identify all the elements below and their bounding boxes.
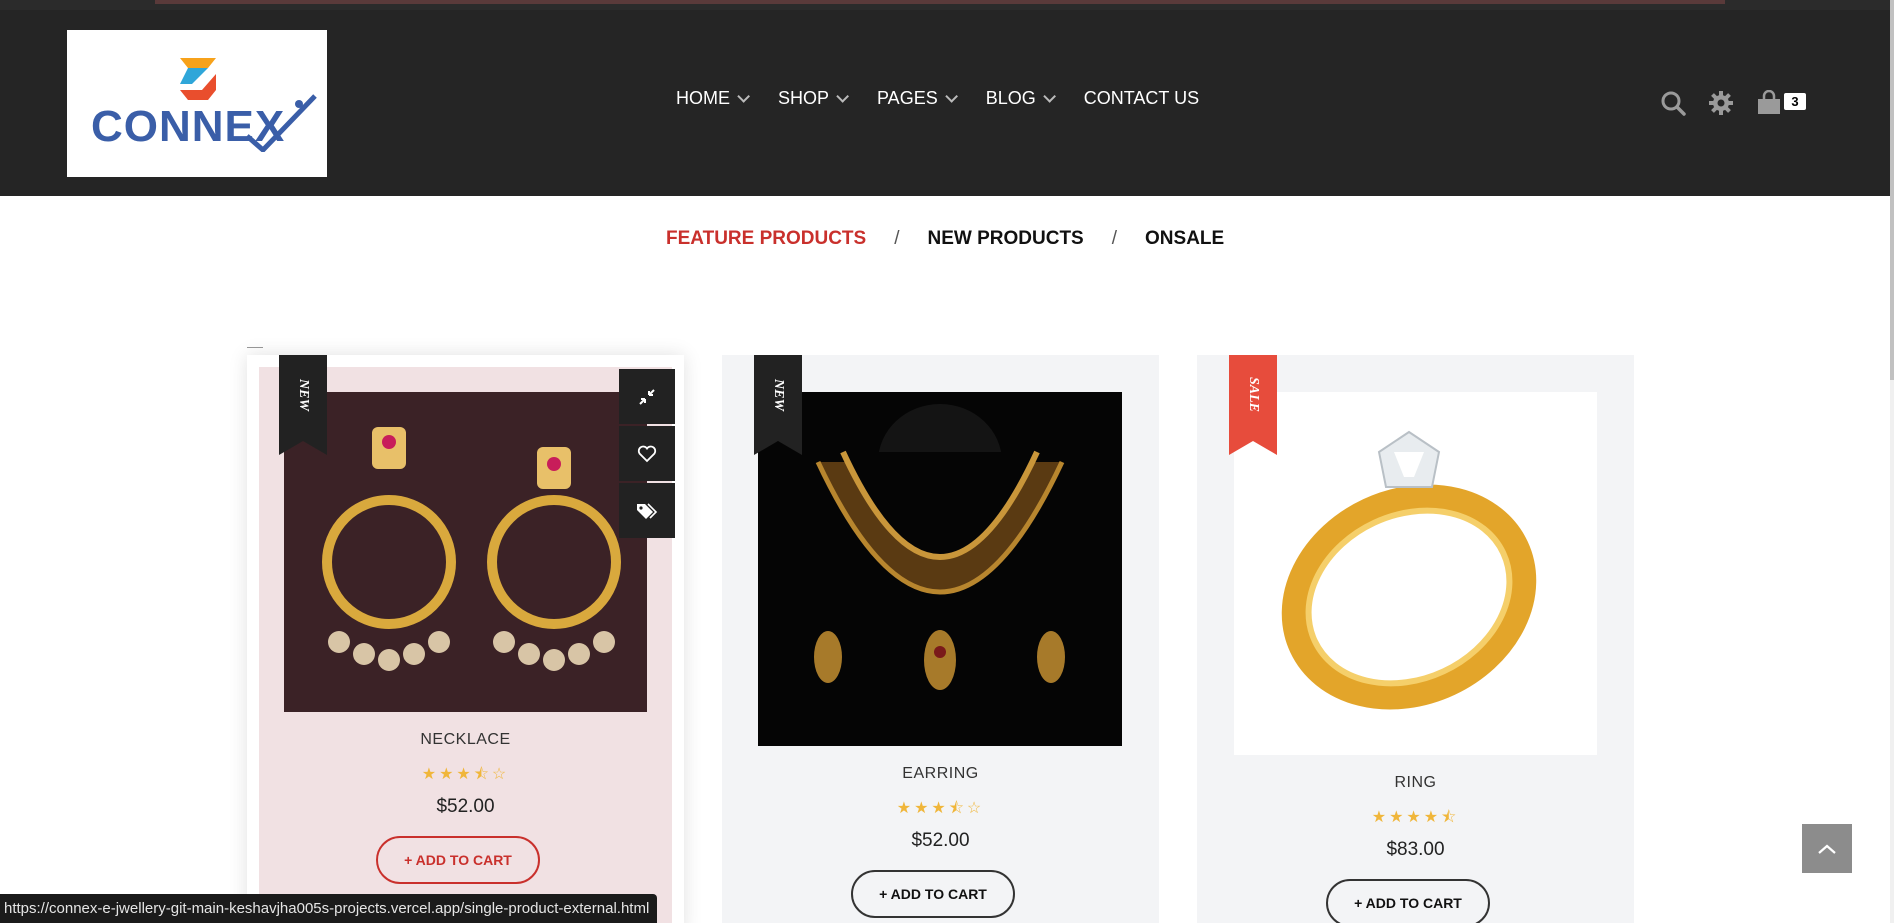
chevron-up-icon (1818, 844, 1836, 854)
tab-separator: / (894, 228, 900, 249)
tab-new-products[interactable]: NEW PRODUCTS (928, 228, 1084, 250)
chevron-down-icon (737, 90, 750, 103)
nav-shop[interactable]: SHOP (778, 88, 850, 109)
rating-stars: ★★★★⯪ (1371, 809, 1460, 826)
hover-actions (619, 369, 675, 540)
product-card-ring[interactable]: SALE RING ★★★★⯪ $83.00 + ADD TO CART (1197, 355, 1634, 923)
tags-icon[interactable] (619, 483, 675, 538)
chevron-down-icon (1043, 90, 1056, 103)
new-badge: NEW (754, 355, 802, 455)
logo-swoosh-icon (245, 94, 317, 152)
logo-mark-icon (180, 58, 216, 100)
sale-badge: SALE (1229, 355, 1277, 455)
tab-separator: / (1111, 228, 1118, 249)
product-price: $52.00 (911, 830, 970, 851)
tab-feature-products[interactable]: FEATURE PRODUCTS (666, 228, 866, 250)
page: CONNEX HOME SHOP PAGES BLOG CONTACT US 3 (0, 0, 1894, 923)
nav-pages[interactable]: PAGES (877, 88, 958, 109)
search-icon[interactable] (1660, 90, 1686, 116)
product-image[interactable] (758, 392, 1122, 746)
compress-icon[interactable] (619, 369, 675, 424)
product-name[interactable]: EARRING (722, 765, 1159, 783)
chevron-down-icon (944, 90, 958, 103)
status-bar-url: https://connex-e-jwellery-git-main-kesha… (0, 894, 658, 923)
nav-contact-us[interactable]: CONTACT US (1084, 88, 1199, 109)
site-header: CONNEX HOME SHOP PAGES BLOG CONTACT US 3 (0, 10, 1890, 196)
chevron-down-icon (836, 90, 850, 103)
product-name[interactable]: NECKLACE (247, 731, 684, 749)
cart-count-badge: 3 (1784, 93, 1806, 110)
product-image[interactable] (1234, 392, 1597, 755)
product-name[interactable]: RING (1197, 774, 1634, 792)
necklace-image (758, 392, 1122, 746)
gear-icon[interactable] (1708, 90, 1734, 116)
heart-icon[interactable] (619, 426, 675, 481)
add-to-cart-button[interactable]: + ADD TO CART (376, 836, 540, 884)
nav-home[interactable]: HOME (676, 88, 750, 109)
product-price: $52.00 (436, 796, 495, 817)
product-card-necklace[interactable]: NEW NECKLACE ★★★⯪☆ $52.00 + ADD TO CART (247, 355, 684, 923)
add-to-cart-button[interactable]: + ADD TO CART (1326, 879, 1490, 923)
earrings-image (284, 392, 647, 712)
rating-stars: ★★★⯪☆ (421, 766, 510, 783)
product-tabs: FEATURE PRODUCTS / NEW PRODUCTS / ONSALE (666, 228, 1224, 250)
divider (247, 347, 263, 348)
ring-image (1234, 392, 1597, 755)
logo[interactable]: CONNEX (67, 30, 327, 177)
shopping-bag-icon[interactable]: 3 (1756, 89, 1806, 116)
nav-blog[interactable]: BLOG (986, 88, 1056, 109)
product-image[interactable] (284, 392, 647, 712)
top-strip (0, 0, 1894, 10)
scrollbar-thumb[interactable] (1890, 0, 1894, 380)
product-card-earring[interactable]: NEW EARRING ★★★⯪☆ $52.00 + ADD TO CART (722, 355, 1159, 923)
tab-onsale[interactable]: ONSALE (1145, 228, 1224, 250)
new-badge: NEW (279, 355, 327, 455)
product-price: $83.00 (1386, 839, 1445, 860)
back-to-top-button[interactable] (1802, 824, 1852, 873)
rating-stars: ★★★⯪☆ (896, 800, 985, 817)
main-nav: HOME SHOP PAGES BLOG CONTACT US (676, 88, 1231, 109)
add-to-cart-button[interactable]: + ADD TO CART (851, 870, 1015, 918)
header-actions: 3 (1660, 89, 1806, 116)
